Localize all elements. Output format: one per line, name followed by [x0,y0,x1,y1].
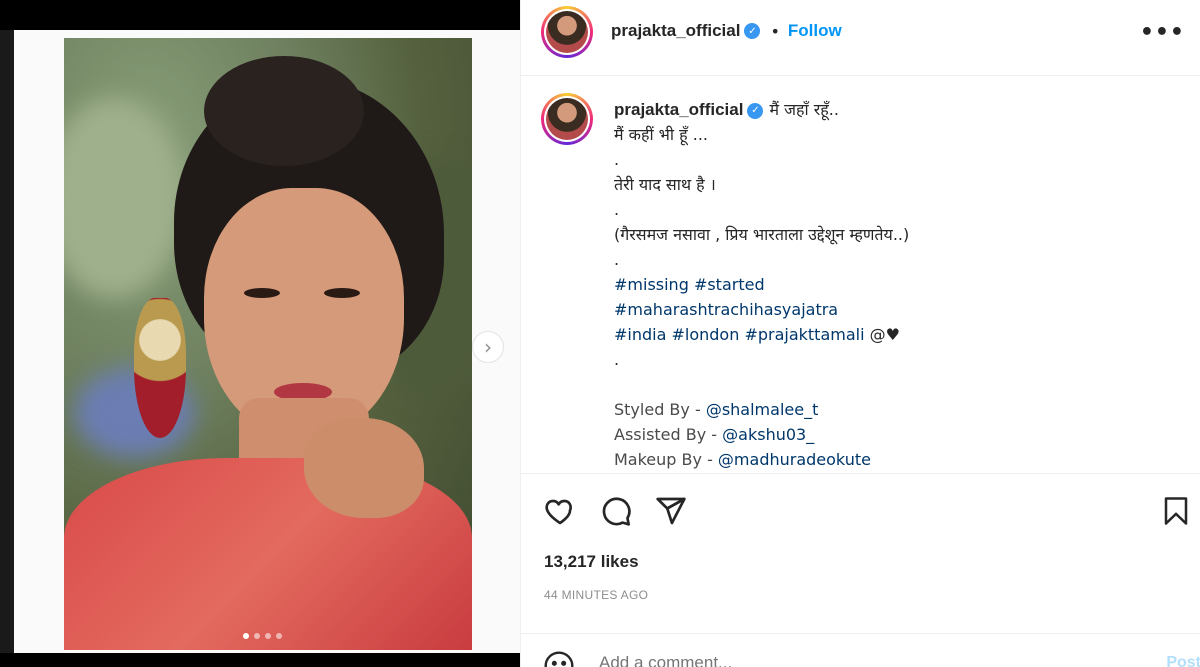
media-bottom-bar [0,653,520,667]
caption: prajakta_official ✓ मैं जहाँ रहूँ.. मैं कही… [614,97,1174,472]
comment-icon[interactable] [599,494,633,528]
actions-area: 13,217 likes 44 MINUTES AGO [521,473,1200,633]
photo-hand [304,418,424,518]
chevron-right-icon[interactable]: › [472,331,504,363]
photo-bg-blob [64,98,184,298]
mention-link[interactable]: @madhuradeokute [718,450,871,469]
post-time[interactable]: 44 MINUTES AGO [544,588,648,602]
caption-line [614,372,1174,397]
post-button[interactable]: Post [1166,654,1200,667]
caption-line: Makeup By - @madhuradeokute [614,447,1174,472]
caption-text: . [614,200,620,219]
avatar[interactable] [541,93,593,145]
bookmark-icon[interactable] [1159,494,1193,528]
paper-plane-icon[interactable] [654,494,688,528]
caption-line: Styled By - @shalmalee_t [614,397,1174,422]
credit-label: Makeup By - [614,450,718,469]
caption-line: . [614,197,1174,222]
next-glyph: › [484,335,492,359]
hashtag-link[interactable]: #maharashtrachihasyajatra [614,300,838,319]
caption-text: मैं जहाँ रहूँ.. [769,100,839,119]
caption-line: prajakta_official ✓ मैं जहाँ रहूँ.. [614,97,1174,122]
verified-badge-icon: ✓ [744,23,761,39]
caption-line: मैं कहीं भी हूँ ... [614,122,1174,147]
photo-eye [244,288,280,298]
post-header: prajakta_official ✓ • Follow ••• [521,0,1200,76]
caption-line: #maharashtrachihasyajatra [614,297,1174,322]
verified-badge-icon: ✓ [747,102,764,119]
media-top-bar [0,0,520,30]
caption-line: . [614,347,1174,372]
hashtag-link[interactable]: #missing #started [614,275,765,294]
avatar[interactable] [541,6,593,58]
heart-icon[interactable] [543,494,577,528]
media-left-strip [0,30,14,653]
carousel-dots [243,633,282,639]
separator: • [770,21,780,41]
post-details-panel: prajakta_official ✓ • Follow ••• prajakt… [520,0,1200,667]
mention-link[interactable]: @akshu03_ [722,425,814,444]
caption-area: prajakta_official ✓ मैं जहाँ रहूँ.. मैं कही… [521,77,1200,473]
media-panel: › [0,0,520,667]
carousel-dot [265,633,271,639]
username[interactable]: prajakta_official [611,21,740,41]
caption-line: तेरी याद साथ है । [614,172,1174,197]
caption-line: (गैरसमज नसावा , प्रिय भारताला उद्देशून म… [614,222,1174,247]
credit-label: Styled By - [614,400,706,419]
header-user: prajakta_official ✓ • Follow [611,21,842,41]
caption-line: #india #london #prajakttamali @♥ [614,322,1174,347]
avatar-image [546,98,588,140]
caption-line: Assisted By - @akshu03_ [614,422,1174,447]
follow-button[interactable]: Follow [788,21,842,41]
mention-link[interactable]: @shalmalee_t [706,400,819,419]
more-options-icon[interactable]: ••• [1140,20,1185,45]
carousel-dot [254,633,260,639]
photo-eye [324,288,360,298]
emoji-icon[interactable] [543,650,575,667]
caption-username[interactable]: prajakta_official [614,100,743,119]
caption-line: #missing #started [614,272,1174,297]
caption-text: . [614,250,620,269]
caption-text: (गैरसमज नसावा , प्रिय भारताला उद्देशून म… [614,225,910,244]
hashtag-link[interactable]: #india #london #prajakttamali [614,325,865,344]
likes-count[interactable]: 13,217 likes [544,552,639,572]
caption-line: . [614,147,1174,172]
post-photo[interactable] [64,38,472,650]
caption-text: मैं कहीं भी हूँ ... [614,125,708,144]
caption-text: @♥ [864,325,900,344]
avatar-image [546,11,588,53]
caption-text: . [614,350,620,369]
comment-area: Post [521,633,1200,667]
photo-earring [134,298,186,438]
photo-bun [204,56,364,166]
credit-label: Assisted By - [614,425,723,444]
comment-input[interactable] [599,653,1099,667]
caption-line: . [614,247,1174,272]
caption-text: . [614,150,620,169]
carousel-dot [243,633,249,639]
caption-text: तेरी याद साथ है । [614,175,716,194]
carousel-dot [276,633,282,639]
